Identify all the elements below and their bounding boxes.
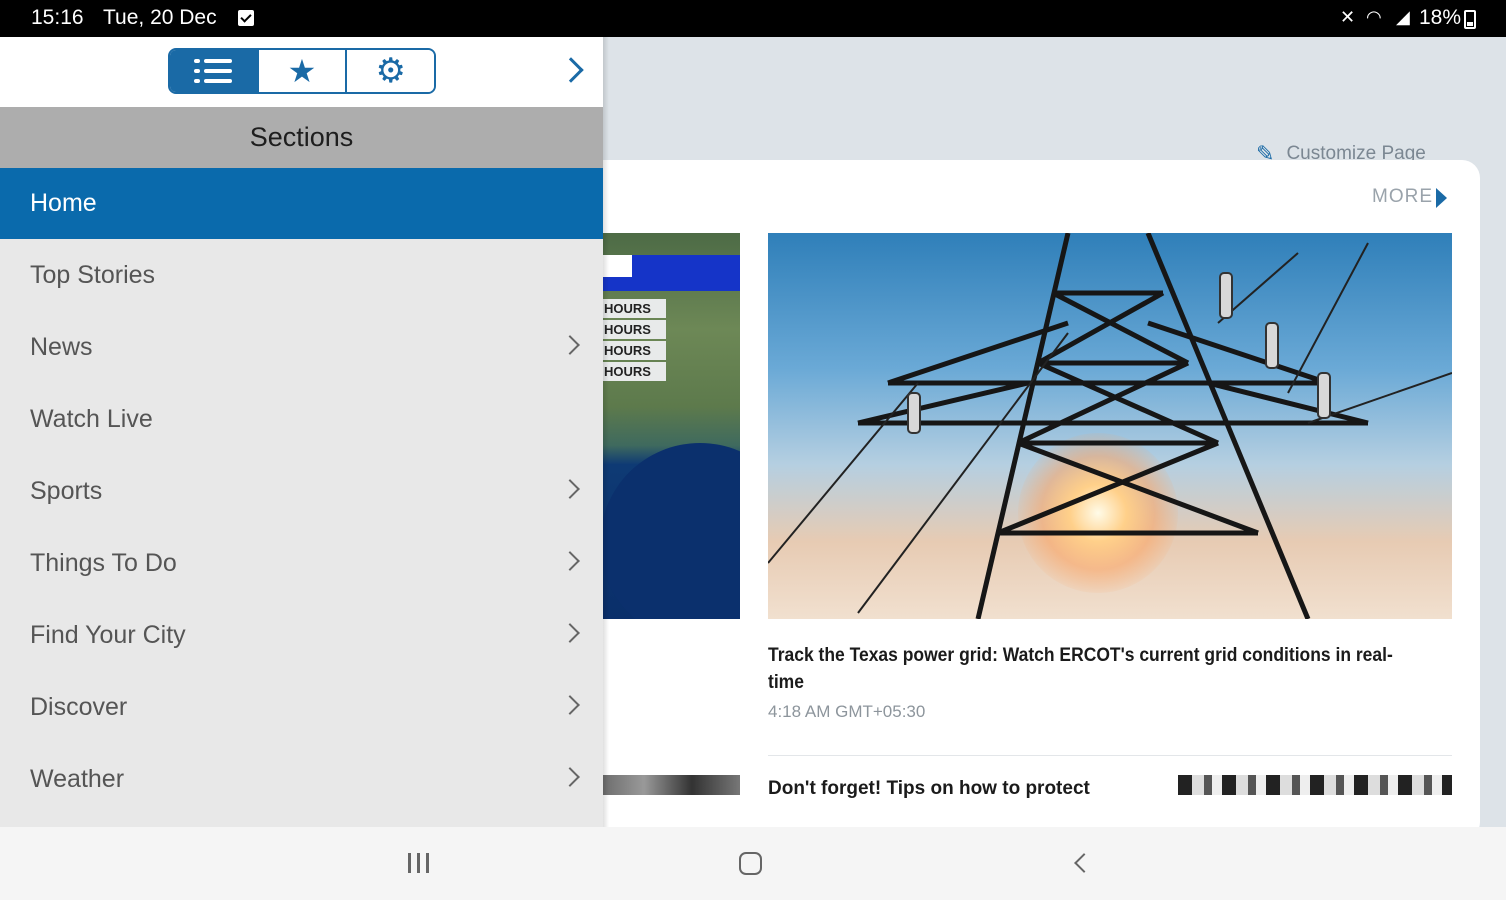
chevron-right-icon[interactable] — [560, 767, 580, 787]
gear-icon: ⚙ — [375, 52, 406, 90]
battery-icon — [1464, 10, 1476, 29]
sidebar-item-label: Find Your City — [30, 621, 186, 649]
home-icon[interactable] — [739, 852, 762, 875]
sidebar-item-top-stories[interactable]: Top Stories — [0, 239, 603, 311]
drawer-toolbar: ★ ⚙ — [0, 37, 603, 107]
sidebar-item-label: Watch Live — [30, 405, 153, 433]
sidebar-item-label: Things To Do — [30, 549, 177, 577]
list-icon — [194, 57, 233, 85]
sidebar-item-discover[interactable]: Discover — [0, 671, 603, 743]
tab-sections[interactable] — [170, 50, 257, 92]
sidebar-item-label: Discover — [30, 693, 128, 721]
star-icon: ★ — [287, 53, 317, 89]
divider — [768, 755, 1452, 756]
gulf-water — [600, 443, 740, 619]
sidebar-item-watch-live[interactable]: Watch Live — [0, 383, 603, 455]
recent-apps-icon[interactable] — [408, 853, 432, 873]
story-thumbnail[interactable] — [1178, 775, 1452, 795]
sidebar-item-label: Home — [30, 189, 97, 217]
sidebar-item-weather[interactable]: Weather — [0, 743, 603, 815]
status-bar: 15:16 Tue, 20 Dec ✕ ◠ ◢ 18% — [0, 0, 1506, 37]
status-date: Tue, 20 Dec — [103, 6, 217, 29]
more-link[interactable]: MORE — [1372, 186, 1433, 208]
chevron-right-icon[interactable] — [560, 623, 580, 643]
status-time: 15:16 — [31, 6, 84, 29]
system-navigation-bar — [0, 827, 1506, 900]
map-hours-label: HOURS — [602, 341, 666, 360]
sidebar-item-label: News — [30, 333, 93, 361]
headline-link[interactable]: Track the Texas power grid: Watch ERCOT'… — [768, 642, 1394, 696]
map-hours-label: HOURS — [602, 299, 666, 318]
chevron-right-icon[interactable] — [560, 335, 580, 355]
chevron-right-icon[interactable] — [560, 551, 580, 571]
chevron-right-icon[interactable] — [560, 479, 580, 499]
tab-settings[interactable]: ⚙ — [345, 50, 434, 92]
sidebar-item-news[interactable]: News — [0, 311, 603, 383]
transmission-tower-graphic — [768, 233, 1452, 619]
close-drawer-chevron-icon[interactable] — [558, 57, 584, 83]
sidebar-item-label: Weather — [30, 765, 125, 793]
sections-drawer: ★ ⚙ Sections Home Top Stories News Watch… — [0, 37, 603, 827]
back-icon[interactable] — [1074, 853, 1094, 873]
sidebar-item-label: Top Stories — [30, 261, 156, 289]
more-arrow-icon[interactable] — [1436, 188, 1447, 208]
signal-icon: ◢ — [1396, 7, 1410, 27]
power-tower-image[interactable] — [768, 233, 1452, 619]
sections-header: Sections — [0, 107, 603, 168]
sidebar-item-things-to-do[interactable]: Things To Do — [0, 527, 603, 599]
tab-favorites[interactable]: ★ — [256, 50, 346, 92]
notification-icon — [238, 10, 254, 26]
sections-list: Home Top Stories News Watch Live Sports … — [0, 168, 603, 815]
battery-percent: 18% — [1419, 6, 1462, 29]
map-hours-label: HOURS — [602, 320, 666, 339]
mute-icon: ✕ — [1340, 7, 1356, 27]
next-headline-link[interactable]: Don't forget! Tips on how to protect — [768, 778, 1090, 800]
sidebar-item-label: Sports — [30, 477, 103, 505]
chevron-right-icon[interactable] — [560, 695, 580, 715]
sidebar-item-find-your-city[interactable]: Find Your City — [0, 599, 603, 671]
drawer-tab-switcher: ★ ⚙ — [168, 48, 436, 94]
sidebar-item-home[interactable]: Home — [0, 168, 603, 239]
headline-timestamp: 4:18 AM GMT+05:30 — [768, 702, 926, 721]
wifi-icon: ◠ — [1366, 7, 1382, 27]
sidebar-item-sports[interactable]: Sports — [0, 455, 603, 527]
drawer-shadow — [603, 37, 609, 827]
map-hours-label: HOURS — [602, 362, 666, 381]
